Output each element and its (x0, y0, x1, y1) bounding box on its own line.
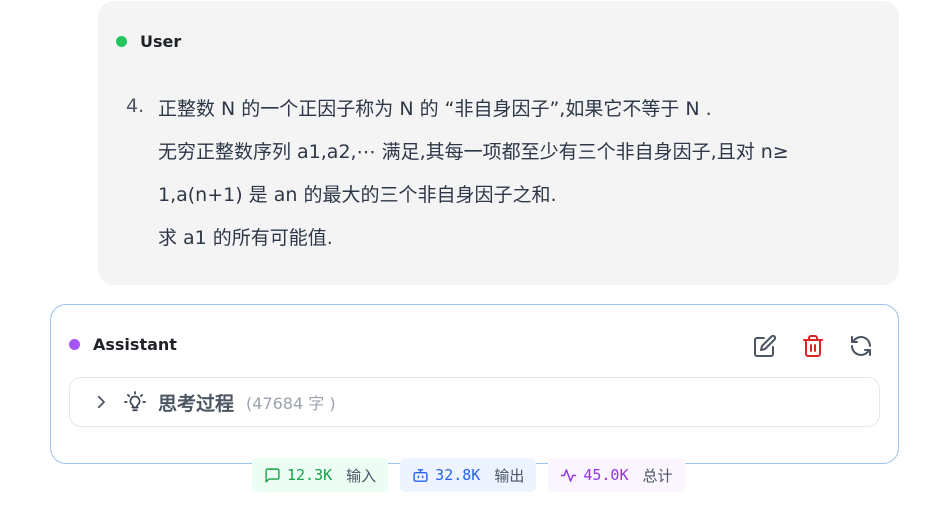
thinking-process-toggle[interactable]: 思考过程 (47684 字 ) (69, 377, 880, 427)
regenerate-button[interactable] (846, 331, 876, 361)
total-tokens-value: 45.0K (583, 466, 629, 484)
input-tokens-label: 输入 (346, 466, 377, 485)
delete-icon (803, 335, 823, 357)
chat-bubble-icon (265, 467, 280, 483)
input-tokens-badge: 12.3K 输入 (252, 458, 389, 492)
assistant-role-header: Assistant (69, 335, 177, 354)
input-tokens-value: 12.3K (287, 466, 333, 484)
message-line: 无穷正整数序列 a1,a2,⋯ 满足,其每一项都至少有三个非自身因子,且对 n≥ (158, 141, 789, 163)
user-role-label: User (140, 32, 182, 51)
bot-icon (413, 468, 428, 482)
user-message-card: User 4. 正整数 N 的一个正因子称为 N 的 “非自身因子”,如果它不等… (98, 1, 899, 285)
message-line: 求 a1 的所有可能值. (158, 227, 333, 249)
total-tokens-badge: 45.0K 总计 (548, 458, 685, 492)
edit-icon (754, 334, 777, 357)
lightbulb-icon (124, 391, 146, 413)
list-item-number: 4. (126, 95, 145, 117)
token-stats: 12.3K 输入 32.8K 输出 45.0K 总计 (252, 458, 685, 492)
activity-icon (561, 468, 577, 482)
user-role-header: User (116, 32, 181, 51)
chevron-right-icon (92, 393, 110, 411)
user-status-dot (116, 36, 127, 47)
output-tokens-label: 输出 (494, 466, 525, 485)
assistant-role-label: Assistant (93, 335, 177, 354)
thinking-title: 思考过程 (158, 392, 235, 415)
output-tokens-value: 32.8K (435, 466, 481, 484)
assistant-message-card: Assistant 思考过程 (47684 字) (50, 304, 899, 464)
total-tokens-label: 总计 (642, 466, 673, 485)
message-line: 正整数 N 的一个正因子称为 N 的 “非自身因子”,如果它不等于 N . (158, 98, 712, 120)
edit-button[interactable] (750, 331, 780, 361)
output-tokens-badge: 32.8K 输出 (400, 458, 537, 492)
message-line: 1,a(n+1) 是 an 的最大的三个非自身因子之和. (158, 184, 557, 206)
message-actions (750, 331, 876, 361)
delete-button[interactable] (798, 331, 828, 361)
message-text: 正整数 N 的一个正因子称为 N 的 “非自身因子”,如果它不等于 N . 无穷… (158, 95, 838, 267)
assistant-status-dot (69, 339, 80, 350)
refresh-icon (851, 336, 871, 356)
thinking-char-count: (47684 字 ) (246, 394, 336, 413)
